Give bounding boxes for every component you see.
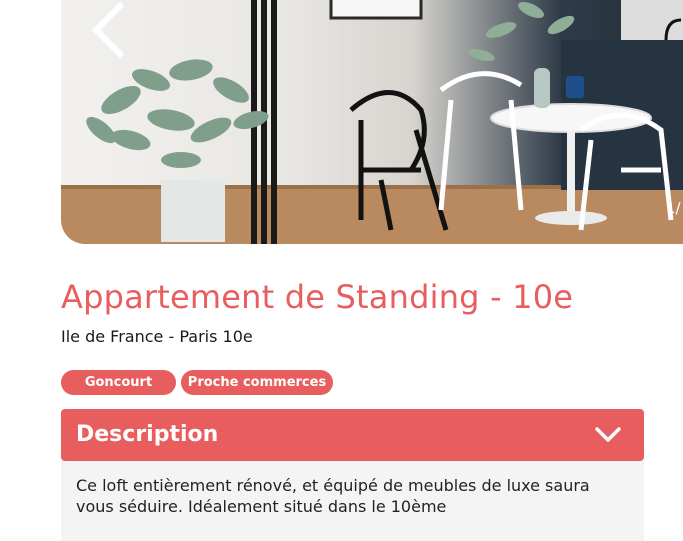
description-text: Ce loft entièrement rénové, et équipé de… [76, 476, 590, 516]
chevron-down-icon [595, 427, 621, 442]
listing-location: Ile de France - Paris 10e [61, 327, 253, 346]
listing-photo[interactable] [61, 0, 683, 244]
listing-title: Appartement de Standing - 10e [61, 278, 574, 316]
description-panel: Ce loft entièrement rénové, et équipé de… [61, 461, 644, 541]
gallery-counter: 1/ [666, 199, 681, 217]
description-accordion-header[interactable]: Description [61, 409, 644, 461]
tag-proche-commerces[interactable]: Proche commerces [181, 370, 333, 395]
gallery-prev-button[interactable] [88, 1, 132, 59]
apartment-interior-image [61, 0, 683, 244]
tag-goncourt[interactable]: Goncourt [61, 370, 176, 395]
chevron-left-icon [91, 1, 125, 59]
description-heading: Description [76, 422, 219, 447]
